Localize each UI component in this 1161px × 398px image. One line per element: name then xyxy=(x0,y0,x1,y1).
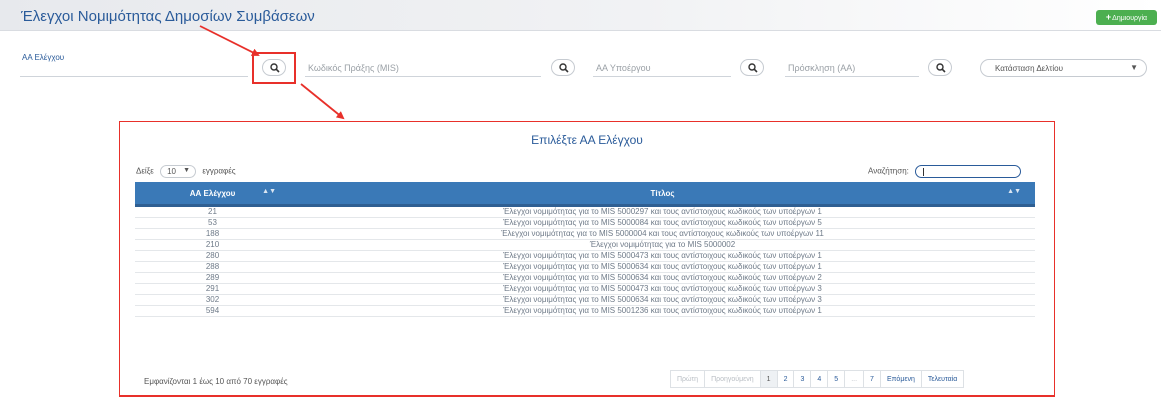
page-length-select[interactable]: 10 ▼ xyxy=(160,165,197,178)
pagination-page-5[interactable]: 5 xyxy=(827,370,846,388)
column-header-aa[interactable]: ΑΑ Ελέγχου ▲▼ xyxy=(135,182,290,207)
arrow-to-modal xyxy=(300,83,345,120)
results-table: ΑΑ Ελέγχου ▲▼ Τίτλος ▲▼ 21 Έλεγχοι νομιμότη… xyxy=(135,182,1035,317)
cell-aa: 302 xyxy=(135,294,290,306)
column-header-title-label: Τίτλος xyxy=(650,188,675,198)
arrow-to-search-button xyxy=(199,25,260,56)
table-info: Εμφανίζονται 1 έως 10 από 70 εγγραφές xyxy=(144,377,288,386)
cell-aa: 289 xyxy=(135,272,290,284)
table-row[interactable]: 594 Έλεγχοι νομιμότητας για το MIS 500123… xyxy=(135,305,1035,317)
cell-aa: 188 xyxy=(135,228,290,240)
search-label: Αναζήτηση: xyxy=(868,166,909,176)
modal-title: Επιλέξτε ΑΑ Ελέγχου xyxy=(531,133,643,147)
pagination-page-4[interactable]: 4 xyxy=(810,370,829,388)
pagination-page-7[interactable]: 7 xyxy=(863,370,881,388)
table-row[interactable]: 53 Έλεγχοι νομιμότητας για το MIS 5000084… xyxy=(135,217,1035,229)
pagination-next[interactable]: Επόμενη xyxy=(879,370,922,388)
sort-icon: ▲▼ xyxy=(1007,188,1021,195)
table-row[interactable]: 280 Έλεγχοι νομιμότητας για το MIS 500047… xyxy=(135,250,1035,262)
pagination-last[interactable]: Τελευταία xyxy=(920,370,965,388)
column-header-title[interactable]: Τίτλος ▲▼ xyxy=(290,182,1035,207)
table-row[interactable]: 289 Έλεγχοι νομιμότητας για το MIS 500063… xyxy=(135,272,1035,284)
pagination-page-2[interactable]: 2 xyxy=(776,370,795,388)
table-row[interactable]: 302 Έλεγχοι νομιμότητας για το MIS 500063… xyxy=(135,294,1035,306)
table-header-row: ΑΑ Ελέγχου ▲▼ Τίτλος ▲▼ xyxy=(135,182,1035,207)
pagination-page-3[interactable]: 3 xyxy=(793,370,812,388)
cell-title: Έλεγχοι νομιμότητας για το MIS 5000004 κ… xyxy=(290,228,1035,240)
cell-aa: 594 xyxy=(135,305,290,317)
cell-aa: 53 xyxy=(135,217,290,229)
table-search-input[interactable] xyxy=(915,165,1022,178)
cell-title: Έλεγχοι νομιμότητας για το MIS 5000473 κ… xyxy=(290,283,1035,295)
table-row[interactable]: 188 Έλεγχοι νομιμότητας για το MIS 500000… xyxy=(135,228,1035,240)
table-row[interactable]: 291 Έλεγχοι νομιμότητας για το MIS 500047… xyxy=(135,283,1035,295)
cell-title: Έλεγχοι νομιμότητας για το MIS 5000634 κ… xyxy=(290,294,1035,306)
pagination-first[interactable]: Πρώτη xyxy=(670,370,706,388)
text-cursor xyxy=(923,168,925,176)
select-aa-modal: Επιλέξτε ΑΑ Ελέγχου Δείξε 10 ▼ εγγραφές Α… xyxy=(120,122,1054,395)
page-length-control: Δείξε 10 ▼ εγγραφές xyxy=(136,165,236,178)
pagination-previous[interactable]: Προηγούμενη xyxy=(704,370,761,388)
column-header-aa-label: ΑΑ Ελέγχου xyxy=(189,188,236,198)
sort-icon: ▲▼ xyxy=(262,188,276,195)
cell-aa: 288 xyxy=(135,261,290,273)
cell-aa: 291 xyxy=(135,283,290,295)
table-row[interactable]: 288 Έλεγχοι νομιμότητας για το MIS 500063… xyxy=(135,261,1035,273)
cell-title: Έλεγχοι νομιμότητας για το MIS 5000634 κ… xyxy=(290,272,1035,284)
page-length-value: 10 xyxy=(167,167,176,176)
cell-aa: 21 xyxy=(135,205,290,218)
cell-aa: 280 xyxy=(135,250,290,262)
cell-title: Έλεγχοι νομιμότητας για το MIS 5000084 κ… xyxy=(290,217,1035,229)
cell-title: Έλεγχοι νομιμότητας για το MIS 5000297 κ… xyxy=(290,205,1035,218)
cell-title: Έλεγχοι νομιμότητας για το MIS 5000634 κ… xyxy=(290,261,1035,273)
show-label: Δείξε xyxy=(136,166,154,176)
pagination-ellipsis: ... xyxy=(844,370,865,388)
pagination: Πρώτη Προηγούμενη 1 2 3 4 5 ... 7 Επόμεν… xyxy=(670,370,965,388)
table-row[interactable]: 210 Έλεγχοι νομιμότητας για το MIS 500000… xyxy=(135,239,1035,251)
records-label: εγγραφές xyxy=(202,166,236,176)
cell-title: Έλεγχοι νομιμότητας για το MIS 5000002 xyxy=(290,239,1035,251)
cell-title: Έλεγχοι νομιμότητας για το MIS 5000473 κ… xyxy=(290,250,1035,262)
cell-title: Έλεγχοι νομιμότητας για το MIS 5001236 κ… xyxy=(290,305,1035,317)
caret-down-icon: ▼ xyxy=(183,167,191,174)
cell-aa: 210 xyxy=(135,239,290,251)
pagination-page-1[interactable]: 1 xyxy=(759,370,778,388)
table-row[interactable]: 21 Έλεγχοι νομιμότητας για το MIS 5000297… xyxy=(135,205,1035,218)
table-search: Αναζήτηση: xyxy=(868,165,1022,178)
